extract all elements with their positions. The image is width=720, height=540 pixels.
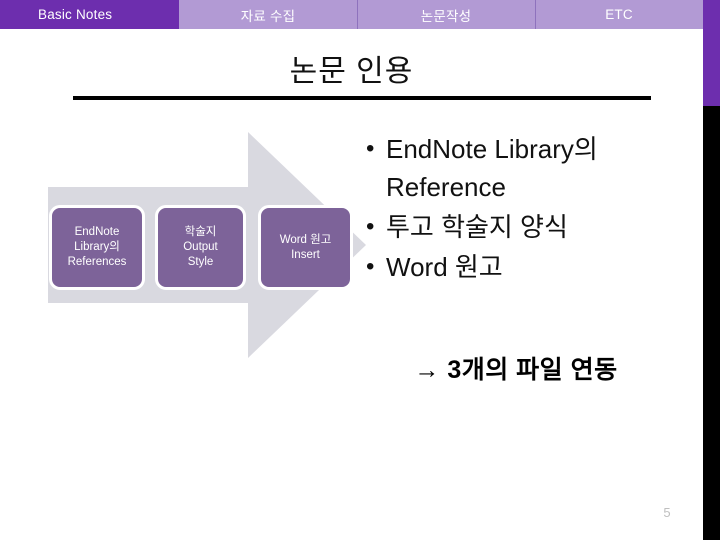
conclusion-text: → 3개의 파일 연동 xyxy=(414,356,618,384)
title-divider xyxy=(73,96,651,100)
bullet-list: • EndNote Library의 Reference • 투고 학술지 양식… xyxy=(366,130,676,288)
list-item: • EndNote Library의 Reference xyxy=(366,130,676,206)
bullet-point-icon: • xyxy=(366,135,375,162)
right-edge-dark-bar xyxy=(703,106,720,540)
nav-tab-label: ETC xyxy=(605,7,633,22)
nav-tab-paper-writing[interactable]: 논문작성 xyxy=(357,0,535,29)
process-step-label: Word 원고 Insert xyxy=(279,233,332,261)
list-item-label: Word 원고 xyxy=(386,252,503,282)
slide-canvas: Basic Notes 자료 수집 논문작성 ETC 논문 인용 EndNote… xyxy=(0,0,720,540)
top-navigation-bar: Basic Notes 자료 수집 논문작성 ETC xyxy=(0,0,703,29)
nav-tab-basic-notes[interactable]: Basic Notes xyxy=(0,0,179,29)
page-title: 논문 인용 xyxy=(289,55,414,88)
nav-tab-data-collection[interactable]: 자료 수집 xyxy=(179,0,357,29)
nav-tab-label: 자료 수집 xyxy=(240,8,296,24)
list-item: • Word 원고 xyxy=(366,248,676,286)
right-edge-purple-bar xyxy=(703,0,720,106)
nav-tab-etc[interactable]: ETC xyxy=(535,0,703,29)
process-step-label: EndNote Library의 References xyxy=(67,226,127,268)
process-step-label: 학술지 Output Style xyxy=(183,226,218,268)
process-step-box-3[interactable]: Word 원고 Insert xyxy=(258,205,353,290)
bullet-point-icon: • xyxy=(366,213,375,240)
page-number: 5 xyxy=(663,505,671,520)
list-item-label: 투고 학술지 양식 xyxy=(386,212,568,242)
process-step-box-2[interactable]: 학술지 Output Style xyxy=(155,205,246,290)
list-item-label: EndNote Library의 Reference xyxy=(386,134,598,202)
list-item: • 투고 학술지 양식 xyxy=(366,208,676,246)
process-step-box-1[interactable]: EndNote Library의 References xyxy=(49,205,145,290)
nav-tab-label: Basic Notes xyxy=(38,7,113,22)
bullet-point-icon: • xyxy=(366,253,375,280)
nav-tab-label: 논문작성 xyxy=(420,8,472,24)
